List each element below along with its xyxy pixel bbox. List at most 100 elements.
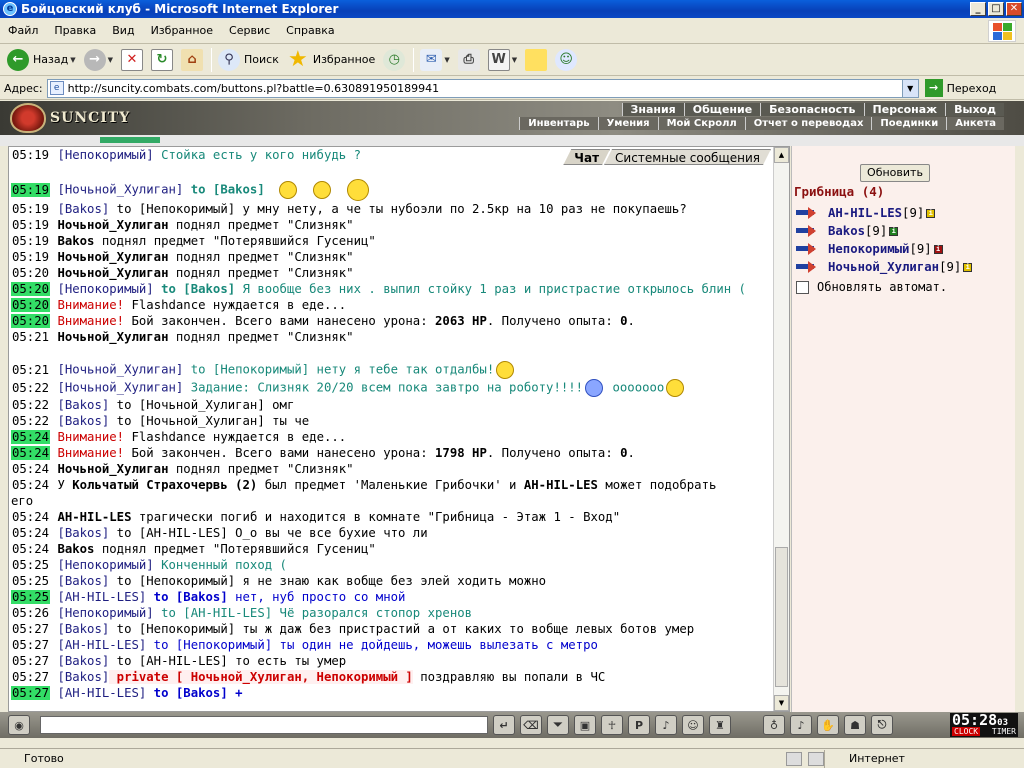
chat-nick[interactable]: [Bakos]	[57, 574, 109, 588]
chat-nick[interactable]: [Bakos]	[57, 414, 109, 428]
home-button[interactable]: ⌂	[178, 46, 206, 74]
nav-my-scroll[interactable]: Мой Скролл	[657, 117, 745, 130]
menu-file[interactable]: Файл	[0, 24, 46, 37]
chat-nick[interactable]: [Bakos]	[57, 622, 109, 636]
filter-icon[interactable]: ⏷	[547, 715, 569, 735]
chat-timestamp[interactable]: 05:24	[11, 510, 50, 524]
translit-icon[interactable]: P	[628, 715, 650, 735]
chat-timestamp[interactable]: 05:22	[11, 414, 50, 428]
send-icon[interactable]: ↵	[493, 715, 515, 735]
user-info-icon[interactable]: i	[963, 262, 973, 272]
privacy-icon[interactable]	[808, 751, 824, 766]
chat-nick[interactable]: [Непокоримый]	[57, 148, 153, 162]
tab-system-messages[interactable]: Системные сообщения	[604, 149, 771, 165]
mail-button[interactable]: ✉ ▼	[417, 46, 452, 74]
address-input[interactable]: e http://suncity.combats.com/buttons.pl?…	[46, 78, 919, 98]
user-info-icon[interactable]: i	[933, 244, 943, 254]
maximize-button[interactable]: □	[988, 2, 1004, 16]
chat-nick[interactable]: [AH-HIL-LES]	[57, 590, 146, 604]
address-dropdown[interactable]: ▼	[901, 79, 918, 97]
chat-timestamp[interactable]: 05:25	[11, 558, 50, 572]
scroll-thumb[interactable]	[775, 547, 788, 687]
helmet-icon[interactable]: ♜	[709, 715, 731, 735]
chat-nick[interactable]: [Ночьной_Хулиган]	[57, 381, 183, 395]
nav-battles[interactable]: Поединки	[871, 117, 947, 130]
forward-button[interactable]: → ▼	[81, 46, 116, 74]
nav-skills[interactable]: Умения	[597, 117, 658, 130]
chat-timestamp[interactable]: 05:27	[11, 686, 51, 700]
chat-scrollbar[interactable]: ▲ ▼	[773, 147, 789, 711]
menu-help[interactable]: Справка	[278, 24, 342, 37]
go-button[interactable]: → Переход	[924, 79, 996, 97]
chat-nick[interactable]: [Ночьной_Хулиган]	[57, 183, 183, 197]
user-name[interactable]: Ночьной_Хулиган	[828, 260, 939, 274]
chat-nick[interactable]: [AH-HIL-LES]	[57, 638, 146, 652]
chat-timestamp[interactable]: 05:24	[11, 430, 51, 444]
refresh-room-button[interactable]: Обновить	[860, 164, 930, 182]
chat-timestamp[interactable]: 05:19	[11, 234, 50, 248]
room-user[interactable]: Ночьной_Хулиган [9] i	[796, 260, 973, 274]
chat-nick[interactable]: [Непокоримый]	[57, 282, 153, 296]
eraser-icon[interactable]: ⌫	[520, 715, 542, 735]
chat-nick[interactable]: [Bakos]	[57, 654, 109, 668]
fighter-icon[interactable]: ☥	[601, 715, 623, 735]
timer-label[interactable]: TIMER	[992, 727, 1016, 736]
chat-timestamp[interactable]: 05:27	[11, 638, 50, 652]
chat-timestamp[interactable]: 05:25	[11, 590, 51, 604]
talk-icon[interactable]: ◉	[8, 715, 30, 735]
private-arrow-icon[interactable]	[796, 243, 818, 255]
chat-nick[interactable]: [AH-HIL-LES]	[57, 686, 146, 700]
chat-timestamp[interactable]: 05:24	[11, 446, 51, 460]
chat-timestamp[interactable]: 05:20	[11, 314, 51, 328]
private-arrow-icon[interactable]	[796, 261, 818, 273]
refresh-button[interactable]: ↻	[148, 46, 176, 74]
smiley-icon[interactable]: ☺	[682, 715, 704, 735]
chat-timestamp[interactable]: 05:25	[11, 574, 50, 588]
chat-timestamp[interactable]: 05:20	[11, 298, 51, 312]
hand-icon[interactable]: ✋	[817, 715, 839, 735]
chat-timestamp[interactable]: 05:24	[11, 526, 50, 540]
chat-timestamp[interactable]: 05:20	[11, 266, 50, 280]
chat-timestamp[interactable]: 05:20	[11, 282, 51, 296]
tab-chat[interactable]: Чат	[563, 149, 610, 165]
scroll-icon[interactable]: ♪	[790, 715, 812, 735]
auto-refresh-checkbox[interactable]	[796, 280, 809, 294]
edit-button[interactable]: W ▼	[485, 46, 520, 74]
user-name[interactable]: Bakos	[828, 224, 865, 238]
chat-input[interactable]	[40, 716, 488, 734]
print-button[interactable]: ⎙	[455, 46, 483, 74]
favorites-button[interactable]: ★ Избранное	[284, 46, 378, 74]
messenger-button[interactable]: ☺	[552, 46, 580, 74]
close-button[interactable]: ✕	[1006, 2, 1022, 16]
room-user[interactable]: Непокоримый [9] i	[796, 242, 943, 256]
menu-favorites[interactable]: Избранное	[143, 24, 221, 37]
chat-nick[interactable]: [Bakos]	[57, 526, 109, 540]
nav-character[interactable]: Персонаж	[863, 103, 946, 116]
chat-timestamp[interactable]: 05:22	[11, 398, 50, 412]
nav-knowledge[interactable]: Знания	[621, 103, 684, 116]
nav-exit[interactable]: Выход	[945, 103, 1004, 116]
auto-refresh-toggle[interactable]: Обновлять автомат.	[796, 280, 947, 294]
menu-edit[interactable]: Правка	[46, 24, 104, 37]
user-info-icon[interactable]: i	[926, 208, 936, 218]
user-name[interactable]: Непокоримый	[828, 242, 909, 256]
minimize-button[interactable]: _	[970, 2, 986, 16]
menu-tools[interactable]: Сервис	[221, 24, 278, 37]
nav-inventory[interactable]: Инвентарь	[519, 117, 598, 130]
chat-timestamp[interactable]: 05:21	[11, 363, 50, 377]
scroll-up-icon[interactable]: ▲	[774, 147, 789, 163]
bottle-icon[interactable]: ♁	[763, 715, 785, 735]
chat-timestamp[interactable]: 05:22	[11, 381, 50, 395]
nav-security[interactable]: Безопасность	[760, 103, 864, 116]
back-button[interactable]: ← Назад ▼	[4, 46, 79, 74]
chat-nick[interactable]: [Bakos]	[57, 202, 109, 216]
chat-timestamp[interactable]: 05:19	[11, 218, 50, 232]
chat-timestamp[interactable]: 05:19	[11, 250, 50, 264]
user-name[interactable]: AH-HIL-LES	[828, 206, 902, 220]
notes-button[interactable]	[522, 46, 550, 74]
chat-nick[interactable]: [Непокоримый]	[57, 558, 153, 572]
chat-timestamp[interactable]: 05:27	[11, 670, 50, 684]
chat-timestamp[interactable]: 05:19	[11, 182, 51, 197]
chat-timestamp[interactable]: 05:19	[11, 148, 50, 162]
popup-blocker-icon[interactable]	[786, 751, 802, 766]
